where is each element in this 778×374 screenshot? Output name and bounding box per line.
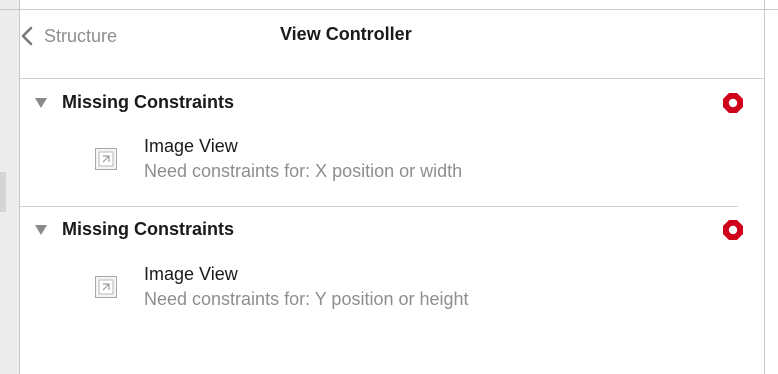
issue-item-title: Image View [144,264,238,284]
issue-item-title: Image View [144,136,238,156]
issue-item-detail: Need constraints for: X position or widt… [144,161,463,181]
chevron-left-icon [21,26,33,46]
issue-group-header[interactable]: Missing Constraints [20,215,764,245]
group-separator [20,206,738,207]
error-icon [723,93,743,113]
issue-navigator-panel: Structure View Controller Missing Constr… [0,0,778,374]
scrollbar-thumb[interactable] [0,172,6,212]
back-button-label: Structure [44,25,118,46]
error-icon [723,220,743,240]
page-title: View Controller [280,24,412,44]
image-view-icon [95,148,117,170]
disclosure-triangle-icon[interactable] [35,98,47,108]
left-pane-edge [0,0,19,374]
issue-item[interactable]: Image View Need constraints for: Y posit… [20,264,764,314]
issue-group-title: Missing Constraints [62,219,235,239]
issue-group-header[interactable]: Missing Constraints [20,88,764,118]
disclosure-triangle-icon[interactable] [35,225,47,235]
back-button[interactable]: Structure [20,24,117,48]
image-view-icon [95,276,117,298]
issue-group-title: Missing Constraints [62,92,235,112]
issue-item-detail: Need constraints for: Y position or heig… [144,289,469,309]
right-pane-edge [765,0,778,374]
issue-item[interactable]: Image View Need constraints for: X posit… [20,136,764,186]
